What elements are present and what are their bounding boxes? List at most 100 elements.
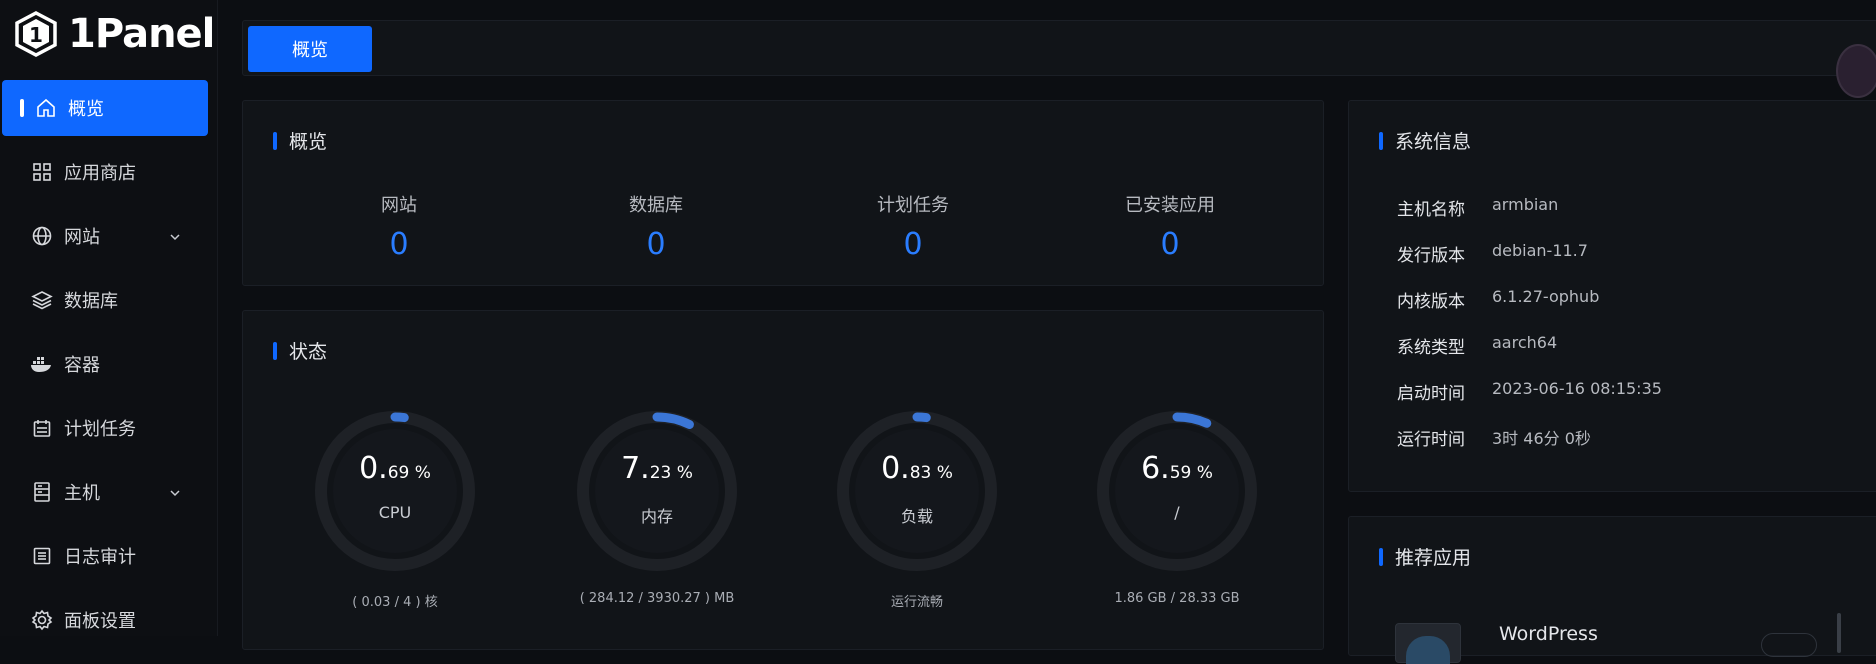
gauge-label: 负载 xyxy=(833,503,1001,527)
sidebar: 1 1Panel 概览 应用商店 网站 xyxy=(0,0,218,636)
info-value: 2023-06-16 08:15:35 xyxy=(1492,379,1662,404)
gauge-label: CPU xyxy=(311,503,479,522)
info-row-arch: 系统类型aarch64 xyxy=(1397,333,1557,358)
sidebar-item-label: 计划任务 xyxy=(64,415,136,441)
info-row-os: 发行版本debian-11.7 xyxy=(1397,241,1588,266)
sidebar-item-websites[interactable]: 网站 xyxy=(2,208,208,264)
docker-icon xyxy=(30,352,54,376)
sidebar-item-overview[interactable]: 概览 xyxy=(2,80,208,136)
sidebar-item-label: 面板设置 xyxy=(64,607,136,633)
overview-label: 数据库 xyxy=(556,191,756,217)
sidebar-item-database[interactable]: 数据库 xyxy=(2,272,208,328)
grid-icon xyxy=(30,160,54,184)
info-row-uptime: 运行时间3时 46分 0秒 xyxy=(1397,425,1591,450)
logo-icon: 1 xyxy=(14,11,58,57)
gauge-load: 0.83 % 负载 运行流畅 xyxy=(833,407,1001,575)
gauge-label: 内存 xyxy=(573,503,741,527)
sidebar-item-label: 主机 xyxy=(64,479,100,505)
gauge-memory: 7.23 % 内存 ( 284.12 / 3930.27 ) MB xyxy=(573,407,741,575)
info-key: 启动时间 xyxy=(1397,379,1492,404)
info-value: 3时 46分 0秒 xyxy=(1492,425,1591,450)
overview-value[interactable]: 0 xyxy=(813,227,1013,262)
globe-icon xyxy=(30,224,54,248)
home-icon xyxy=(34,96,58,120)
sidebar-item-host[interactable]: 主机 xyxy=(2,464,208,520)
sidebar-menu: 概览 应用商店 网站 数据库 容器 xyxy=(2,80,208,656)
list-icon xyxy=(30,544,54,568)
gauge-footer: ( 284.12 / 3930.27 ) MB xyxy=(543,591,771,606)
gauge-value: 0.83 % xyxy=(833,451,1001,486)
overview-value[interactable]: 0 xyxy=(299,227,499,262)
overview-value[interactable]: 0 xyxy=(556,227,756,262)
sidebar-item-app-store[interactable]: 应用商店 xyxy=(2,144,208,200)
card-title: 概览 xyxy=(273,127,327,154)
chevron-down-icon xyxy=(168,228,182,249)
gear-icon xyxy=(30,608,54,632)
gauge-footer: 1.86 GB / 28.33 GB xyxy=(1063,591,1291,606)
gauge-disk: 6.59 % / 1.86 GB / 28.33 GB xyxy=(1093,407,1261,575)
sysinfo-title: 系统信息 xyxy=(1395,127,1471,154)
recommended-apps-card: 推荐应用 WordPress xyxy=(1348,516,1876,656)
server-icon xyxy=(30,480,54,504)
layers-icon xyxy=(30,288,54,312)
overview-item-websites[interactable]: 网站 0 xyxy=(299,191,499,262)
info-row-hostname: 主机名称armbian xyxy=(1397,195,1558,220)
gauge-cpu: 0.69 % CPU ( 0.03 / 4 ) 核 xyxy=(311,407,479,575)
install-button[interactable] xyxy=(1761,633,1817,657)
sidebar-item-label: 概览 xyxy=(68,95,104,121)
overview-item-databases[interactable]: 数据库 0 xyxy=(556,191,756,262)
logo-text: 1Panel xyxy=(68,11,214,57)
sidebar-item-cron[interactable]: 计划任务 xyxy=(2,400,208,456)
title-marker xyxy=(1379,548,1383,566)
info-value: aarch64 xyxy=(1492,333,1557,358)
info-key: 主机名称 xyxy=(1397,195,1492,220)
info-value: 6.1.27-ophub xyxy=(1492,287,1599,312)
scrollbar[interactable] xyxy=(1837,613,1841,653)
main-content: 概览 概览 网站 0 数据库 0 计划任务 0 已安装应用 0 状态 xyxy=(218,0,1876,636)
info-key: 内核版本 xyxy=(1397,287,1492,312)
gauge-label: / xyxy=(1093,503,1261,522)
wordpress-icon xyxy=(1395,623,1461,663)
sidebar-item-label: 网站 xyxy=(64,223,100,249)
gauge-footer: 运行流畅 xyxy=(803,591,1031,610)
info-value: armbian xyxy=(1492,195,1558,220)
overview-value[interactable]: 0 xyxy=(1070,227,1270,262)
sidebar-item-containers[interactable]: 容器 xyxy=(2,336,208,392)
gauge-value: 0.69 % xyxy=(311,451,479,486)
tab-overview[interactable]: 概览 xyxy=(248,26,372,72)
overview-card: 概览 网站 0 数据库 0 计划任务 0 已安装应用 0 xyxy=(242,100,1324,286)
sidebar-item-label: 日志审计 xyxy=(64,543,136,569)
svg-text:1: 1 xyxy=(29,23,43,47)
card-title: 状态 xyxy=(273,337,327,364)
sidebar-item-settings[interactable]: 面板设置 xyxy=(2,592,208,648)
calendar-icon xyxy=(30,416,54,440)
gauge-arc xyxy=(395,417,404,418)
info-key: 运行时间 xyxy=(1397,425,1492,450)
overview-label: 计划任务 xyxy=(813,191,1013,217)
sidebar-item-label: 数据库 xyxy=(64,287,118,313)
gauge-footer: ( 0.03 / 4 ) 核 xyxy=(281,591,509,610)
info-row-kernel: 内核版本6.1.27-ophub xyxy=(1397,287,1599,312)
title-marker xyxy=(273,342,277,360)
overview-label: 网站 xyxy=(299,191,499,217)
overview-item-installed-apps[interactable]: 已安装应用 0 xyxy=(1070,191,1270,262)
info-value: debian-11.7 xyxy=(1492,241,1588,266)
info-key: 发行版本 xyxy=(1397,241,1492,266)
app-logo[interactable]: 1 1Panel xyxy=(14,10,214,58)
title-marker xyxy=(273,132,277,150)
status-card: 状态 0.69 % CPU ( 0.03 / 4 ) 核 7.23 % 内存 (… xyxy=(242,310,1324,650)
recommend-title: 推荐应用 xyxy=(1395,543,1471,570)
sidebar-item-label: 应用商店 xyxy=(64,159,136,185)
chevron-down-icon xyxy=(168,484,182,505)
system-info-card: 系统信息 主机名称armbian 发行版本debian-11.7 内核版本6.1… xyxy=(1348,100,1876,492)
gauge-arc xyxy=(917,417,926,418)
avatar[interactable] xyxy=(1836,44,1876,98)
sidebar-item-label: 容器 xyxy=(64,351,100,377)
overview-item-cron[interactable]: 计划任务 0 xyxy=(813,191,1013,262)
sidebar-item-logs[interactable]: 日志审计 xyxy=(2,528,208,584)
status-title: 状态 xyxy=(289,337,327,364)
tab-bar: 概览 xyxy=(242,20,1876,76)
app-name[interactable]: WordPress xyxy=(1499,623,1598,645)
info-key: 系统类型 xyxy=(1397,333,1492,358)
overview-label: 已安装应用 xyxy=(1070,191,1270,217)
